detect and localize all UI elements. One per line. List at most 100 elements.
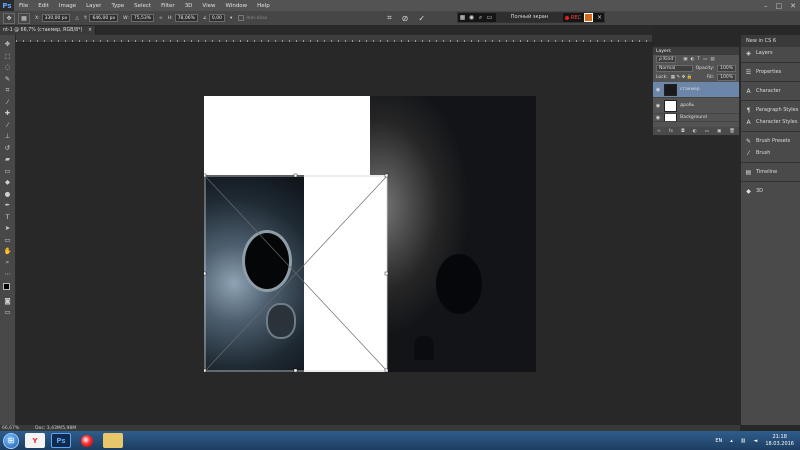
- layer-row[interactable]: ◉ Background: [653, 114, 739, 122]
- dock-item-paragraph-styles[interactable]: ¶ Paragraph Styles: [741, 104, 800, 116]
- document-tab[interactable]: nt-1 @ 66,7% (стакмер, RGB/8*) ×: [0, 26, 96, 35]
- move-tool-icon[interactable]: ✥: [3, 39, 13, 49]
- hand-tool-icon[interactable]: ✋: [3, 246, 13, 256]
- grid-icon[interactable]: ▦: [458, 14, 467, 21]
- blend-mode-select[interactable]: Normal: [656, 65, 693, 72]
- close-tab-icon[interactable]: ×: [88, 26, 92, 35]
- path-select-tool-icon[interactable]: ➤: [3, 223, 13, 233]
- menu-image[interactable]: Image: [54, 3, 81, 9]
- lasso-tool-icon[interactable]: ◌: [3, 62, 13, 72]
- dock-item-character[interactable]: A Character: [741, 85, 800, 97]
- language-indicator[interactable]: EN: [715, 438, 722, 444]
- adjustment-filter-icon[interactable]: ◐: [690, 57, 694, 62]
- reference-point-icon[interactable]: ▦: [18, 12, 30, 24]
- gradient-tool-icon[interactable]: ▭: [3, 166, 13, 176]
- media-app-icon[interactable]: [77, 433, 97, 448]
- smart-filter-icon[interactable]: ▤: [710, 57, 714, 62]
- minimize-button[interactable]: –: [764, 2, 768, 10]
- cancel-transform-icon[interactable]: ⊘: [402, 14, 409, 23]
- more-tools-icon[interactable]: ⋯: [3, 269, 13, 279]
- layer-row[interactable]: ◉ стакмер: [653, 82, 739, 98]
- layer-row[interactable]: ◉ дробь: [653, 98, 739, 114]
- dock-item-properties[interactable]: ☰ Properties: [741, 66, 800, 78]
- shape-filter-icon[interactable]: ▭: [703, 57, 707, 62]
- warp-icon[interactable]: ⌗: [387, 13, 392, 23]
- visibility-eye-icon[interactable]: ◉: [655, 87, 661, 93]
- dock-item-layers[interactable]: ◈ Layers: [741, 47, 800, 59]
- zoom-icon[interactable]: ⌕: [476, 14, 485, 22]
- y-field[interactable]: 646,00 px: [89, 14, 119, 22]
- eyedropper-tool-icon[interactable]: ⁄: [3, 97, 13, 107]
- workspace-switcher[interactable]: New in CS 6: [741, 35, 800, 47]
- lock-icons[interactable]: ▦ ✎ ✥ 🔒: [671, 75, 704, 80]
- network-icon[interactable]: ▥: [741, 438, 746, 444]
- interpolation-icon[interactable]: ▾: [230, 16, 232, 21]
- dock-item-brush[interactable]: ⁄ Brush: [741, 147, 800, 159]
- zoom-level[interactable]: 66,67%: [2, 426, 19, 431]
- horizontal-ruler[interactable]: [16, 35, 652, 43]
- photoshop-taskbar-icon[interactable]: Ps: [51, 433, 71, 448]
- dock-item-3d[interactable]: ◆ 3D: [741, 185, 800, 197]
- delta-icon[interactable]: △: [75, 16, 78, 21]
- link-layers-icon[interactable]: ∞: [657, 129, 661, 134]
- menu-filter[interactable]: Filter: [156, 3, 180, 9]
- dock-item-brush-presets[interactable]: ✎ Brush Presets: [741, 135, 800, 147]
- link-icon[interactable]: ∞: [159, 16, 163, 21]
- visibility-eye-icon[interactable]: ◉: [655, 115, 661, 121]
- angle-field[interactable]: 0,00: [208, 14, 225, 22]
- volume-icon[interactable]: ◄: [754, 438, 758, 444]
- x-field[interactable]: 330,00 px: [41, 14, 71, 22]
- layer-style-icon[interactable]: fx: [669, 129, 673, 134]
- type-filter-icon[interactable]: T: [697, 57, 700, 62]
- menu-view[interactable]: View: [197, 3, 220, 9]
- fill-field[interactable]: 100%: [717, 74, 736, 81]
- menu-layer[interactable]: Layer: [81, 3, 106, 9]
- menu-select[interactable]: Select: [129, 3, 156, 9]
- foreground-color-swatch[interactable]: [2, 282, 10, 290]
- type-tool-icon[interactable]: T: [3, 212, 13, 222]
- dodge-tool-icon[interactable]: ●: [3, 189, 13, 199]
- eraser-tool-icon[interactable]: ▰: [3, 154, 13, 164]
- document-canvas[interactable]: [204, 96, 536, 372]
- kind-filter-select[interactable]: ρ Kind: [656, 56, 677, 63]
- window-icon[interactable]: ▭: [485, 14, 494, 21]
- antialias-checkbox[interactable]: [238, 15, 245, 21]
- add-mask-icon[interactable]: ◘: [681, 129, 685, 134]
- stop-button[interactable]: [584, 13, 593, 22]
- marquee-tool-icon[interactable]: ⬚: [3, 51, 13, 61]
- dock-item-timeline[interactable]: ▤ Timeline: [741, 166, 800, 178]
- adjustment-layer-icon[interactable]: ◐: [693, 129, 697, 134]
- yandex-browser-icon[interactable]: Y: [25, 433, 45, 448]
- color-swatches[interactable]: [2, 282, 13, 293]
- blur-tool-icon[interactable]: ◆: [3, 177, 13, 187]
- menu-help[interactable]: Help: [252, 3, 275, 9]
- menu-3d[interactable]: 3D: [180, 3, 198, 9]
- menu-type[interactable]: Type: [106, 3, 129, 9]
- close-window-button[interactable]: ✕: [790, 2, 796, 10]
- close-icon[interactable]: ×: [595, 14, 604, 21]
- quick-select-tool-icon[interactable]: ✎: [3, 74, 13, 84]
- quick-mask-icon[interactable]: ◙: [3, 296, 13, 306]
- pixel-filter-icon[interactable]: ▣: [683, 57, 687, 62]
- move-tool-preset-icon[interactable]: ✥: [3, 12, 15, 24]
- commit-transform-icon[interactable]: ✓: [418, 14, 425, 23]
- clone-stamp-tool-icon[interactable]: ⊥: [3, 131, 13, 141]
- start-button[interactable]: ⊞: [3, 432, 19, 449]
- pen-tool-icon[interactable]: ✒: [3, 200, 13, 210]
- history-brush-tool-icon[interactable]: ↺: [3, 143, 13, 153]
- new-layer-icon[interactable]: ▣: [717, 129, 721, 134]
- new-group-icon[interactable]: ▭: [705, 129, 709, 134]
- zoom-tool-icon[interactable]: ⌕: [3, 258, 13, 268]
- screen-mode-icon[interactable]: ▭: [3, 307, 13, 317]
- delete-layer-icon[interactable]: 🗑: [729, 129, 735, 134]
- camera-icon[interactable]: ◉: [467, 14, 476, 21]
- menu-edit[interactable]: Edit: [33, 3, 54, 9]
- file-explorer-icon[interactable]: [103, 433, 123, 448]
- menu-file[interactable]: File: [14, 3, 33, 9]
- dock-item-character-styles[interactable]: A Character Styles: [741, 116, 800, 128]
- menu-window[interactable]: Window: [220, 3, 252, 9]
- opacity-field[interactable]: 100%: [717, 65, 736, 72]
- recorder-mode[interactable]: Полный экран: [496, 13, 563, 22]
- healing-tool-icon[interactable]: ✚: [3, 108, 13, 118]
- height-field[interactable]: 78,06%: [174, 14, 198, 22]
